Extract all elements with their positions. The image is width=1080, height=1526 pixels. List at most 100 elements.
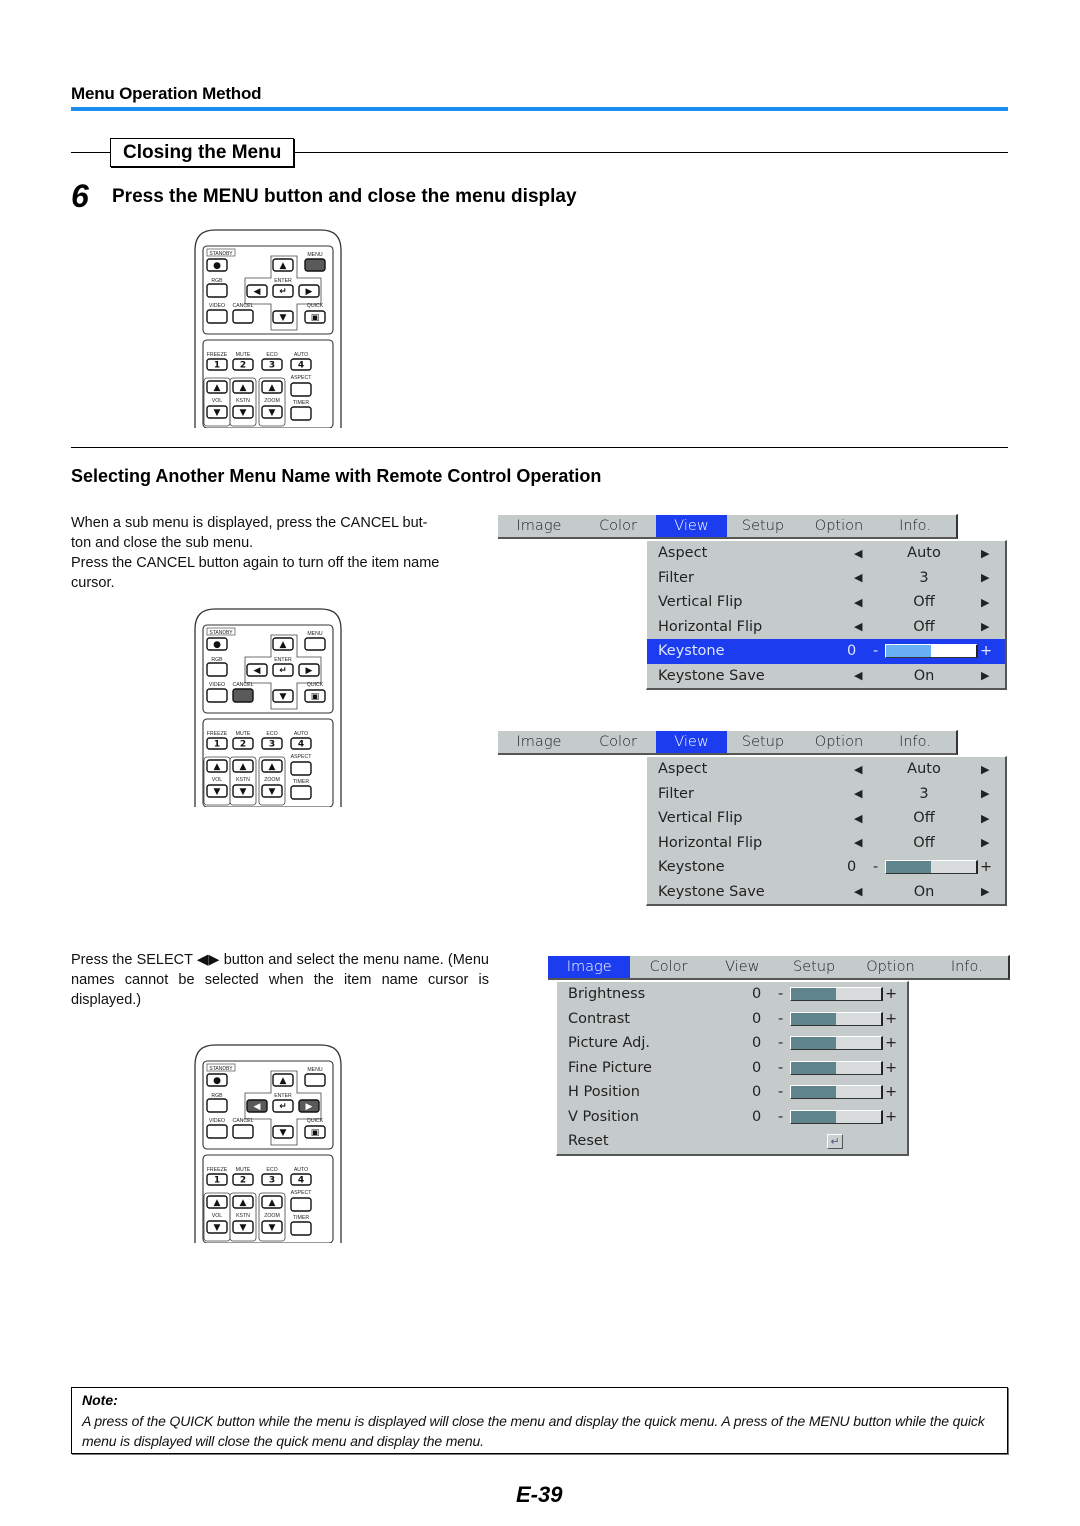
minus-icon[interactable]: -: [873, 643, 878, 659]
zoom-up-button[interactable]: ▲: [261, 1195, 283, 1209]
menu-item-keystone[interactable]: Keystone 0- +: [647, 639, 1005, 664]
num-4-button[interactable]: 4: [290, 358, 312, 371]
kstn-up-button[interactable]: ▲: [232, 1195, 254, 1209]
zoom-down-button[interactable]: ▼: [261, 1220, 283, 1234]
right-arrow-icon[interactable]: ▶: [981, 596, 989, 609]
left-button[interactable]: ◀: [246, 663, 268, 677]
enter-button[interactable]: ↵: [272, 1099, 294, 1113]
menu-tab-image[interactable]: Image: [548, 956, 631, 978]
right-arrow-icon[interactable]: ▶: [981, 812, 989, 825]
right-button[interactable]: ▶: [298, 1099, 320, 1113]
right-arrow-icon[interactable]: ▶: [981, 787, 989, 800]
up-button[interactable]: ▲: [272, 1073, 294, 1087]
minus-icon[interactable]: -: [778, 1109, 783, 1125]
plus-icon[interactable]: +: [885, 986, 897, 1002]
menu-item-v-position[interactable]: V Position 0- +: [557, 1105, 907, 1130]
menu-item-contrast[interactable]: Contrast 0- +: [557, 1007, 907, 1032]
plus-icon[interactable]: +: [980, 859, 992, 875]
menu-tab-view[interactable]: View: [656, 731, 727, 753]
left-arrow-icon[interactable]: ◀: [854, 812, 862, 825]
quick-button[interactable]: ▣: [304, 310, 326, 324]
minus-icon[interactable]: -: [778, 1084, 783, 1100]
rgb-button[interactable]: [206, 662, 228, 677]
menu-tab-setup[interactable]: Setup: [727, 731, 799, 753]
left-arrow-icon[interactable]: ◀: [854, 885, 862, 898]
menu-button[interactable]: [304, 1073, 326, 1087]
menu-item-aspect[interactable]: Aspect ◀ Auto ▶: [647, 541, 1005, 566]
left-button[interactable]: ◀: [246, 1099, 268, 1113]
menu-item-aspect[interactable]: Aspect ◀ Auto ▶: [647, 757, 1005, 782]
vol-up-button[interactable]: ▲: [206, 380, 228, 394]
slider-bar[interactable]: [790, 1109, 883, 1124]
slider-bar[interactable]: [790, 1060, 883, 1075]
menu-item-filter[interactable]: Filter ◀ 3 ▶: [647, 782, 1005, 807]
left-arrow-icon[interactable]: ◀: [854, 571, 862, 584]
left-arrow-icon[interactable]: ◀: [854, 787, 862, 800]
menu-tab-color[interactable]: Color: [580, 515, 656, 537]
plus-icon[interactable]: +: [885, 1109, 897, 1125]
menu-item-reset[interactable]: Reset ↵: [557, 1129, 907, 1154]
cancel-button[interactable]: [232, 1124, 254, 1139]
num-4-button[interactable]: 4: [290, 737, 312, 750]
slider-bar[interactable]: [790, 1036, 883, 1051]
enter-icon[interactable]: ↵: [827, 1133, 843, 1149]
cancel-button[interactable]: [232, 309, 254, 324]
enter-button[interactable]: ↵: [272, 284, 294, 298]
num-2-button[interactable]: 2: [232, 358, 254, 371]
standby-button[interactable]: ●: [206, 1073, 228, 1087]
menu-item-filter[interactable]: Filter ◀ 3 ▶: [647, 566, 1005, 591]
minus-icon[interactable]: -: [873, 859, 878, 875]
zoom-up-button[interactable]: ▲: [261, 759, 283, 773]
kstn-down-button[interactable]: ▼: [232, 405, 254, 419]
menu-tab-view[interactable]: View: [656, 515, 727, 537]
menu-item-keystone[interactable]: Keystone 0- +: [647, 855, 1005, 880]
left-arrow-icon[interactable]: ◀: [854, 596, 862, 609]
quick-button[interactable]: ▣: [304, 1125, 326, 1139]
timer-button[interactable]: [290, 785, 312, 800]
menu-item-vertical-flip[interactable]: Vertical Flip ◀ Off ▶: [647, 806, 1005, 831]
right-arrow-icon[interactable]: ▶: [981, 571, 989, 584]
num-4-button[interactable]: 4: [290, 1173, 312, 1186]
minus-icon[interactable]: -: [778, 1060, 783, 1076]
menu-item-keystone-save[interactable]: Keystone Save ◀ On ▶: [647, 664, 1005, 689]
menu-tab-image[interactable]: Image: [498, 515, 580, 537]
menu-tab-info[interactable]: Info.: [931, 956, 1003, 978]
right-arrow-icon[interactable]: ▶: [981, 547, 989, 560]
aspect-button[interactable]: [290, 761, 312, 776]
kstn-down-button[interactable]: ▼: [232, 784, 254, 798]
zoom-up-button[interactable]: ▲: [261, 380, 283, 394]
up-button[interactable]: ▲: [272, 258, 294, 272]
slider-bar[interactable]: [885, 644, 978, 659]
num-1-button[interactable]: 1: [206, 737, 228, 750]
minus-icon[interactable]: -: [778, 1011, 783, 1027]
vol-up-button[interactable]: ▲: [206, 759, 228, 773]
menu-tab-color[interactable]: Color: [630, 956, 706, 978]
aspect-button[interactable]: [290, 1197, 312, 1212]
zoom-down-button[interactable]: ▼: [261, 784, 283, 798]
down-button[interactable]: ▼: [272, 1125, 294, 1139]
num-3-button[interactable]: 3: [261, 1173, 283, 1186]
video-button[interactable]: [206, 309, 228, 324]
vol-down-button[interactable]: ▼: [206, 784, 228, 798]
left-arrow-icon[interactable]: ◀: [854, 547, 862, 560]
left-arrow-icon[interactable]: ◀: [854, 620, 862, 633]
left-arrow-icon[interactable]: ◀: [854, 669, 862, 682]
kstn-down-button[interactable]: ▼: [232, 1220, 254, 1234]
plus-icon[interactable]: +: [980, 643, 992, 659]
enter-button[interactable]: ↵: [272, 663, 294, 677]
right-arrow-icon[interactable]: ▶: [981, 669, 989, 682]
menu-tab-option[interactable]: Option: [850, 956, 930, 978]
down-button[interactable]: ▼: [272, 689, 294, 703]
kstn-up-button[interactable]: ▲: [232, 759, 254, 773]
standby-button[interactable]: ●: [206, 258, 228, 272]
video-button[interactable]: [206, 688, 228, 703]
slider-bar[interactable]: [885, 860, 978, 875]
plus-icon[interactable]: +: [885, 1035, 897, 1051]
right-arrow-icon[interactable]: ▶: [981, 836, 989, 849]
menu-tab-view[interactable]: View: [707, 956, 778, 978]
kstn-up-button[interactable]: ▲: [232, 380, 254, 394]
menu-tab-option[interactable]: Option: [799, 731, 879, 753]
video-button[interactable]: [206, 1124, 228, 1139]
right-button[interactable]: ▶: [298, 663, 320, 677]
quick-button[interactable]: ▣: [304, 689, 326, 703]
